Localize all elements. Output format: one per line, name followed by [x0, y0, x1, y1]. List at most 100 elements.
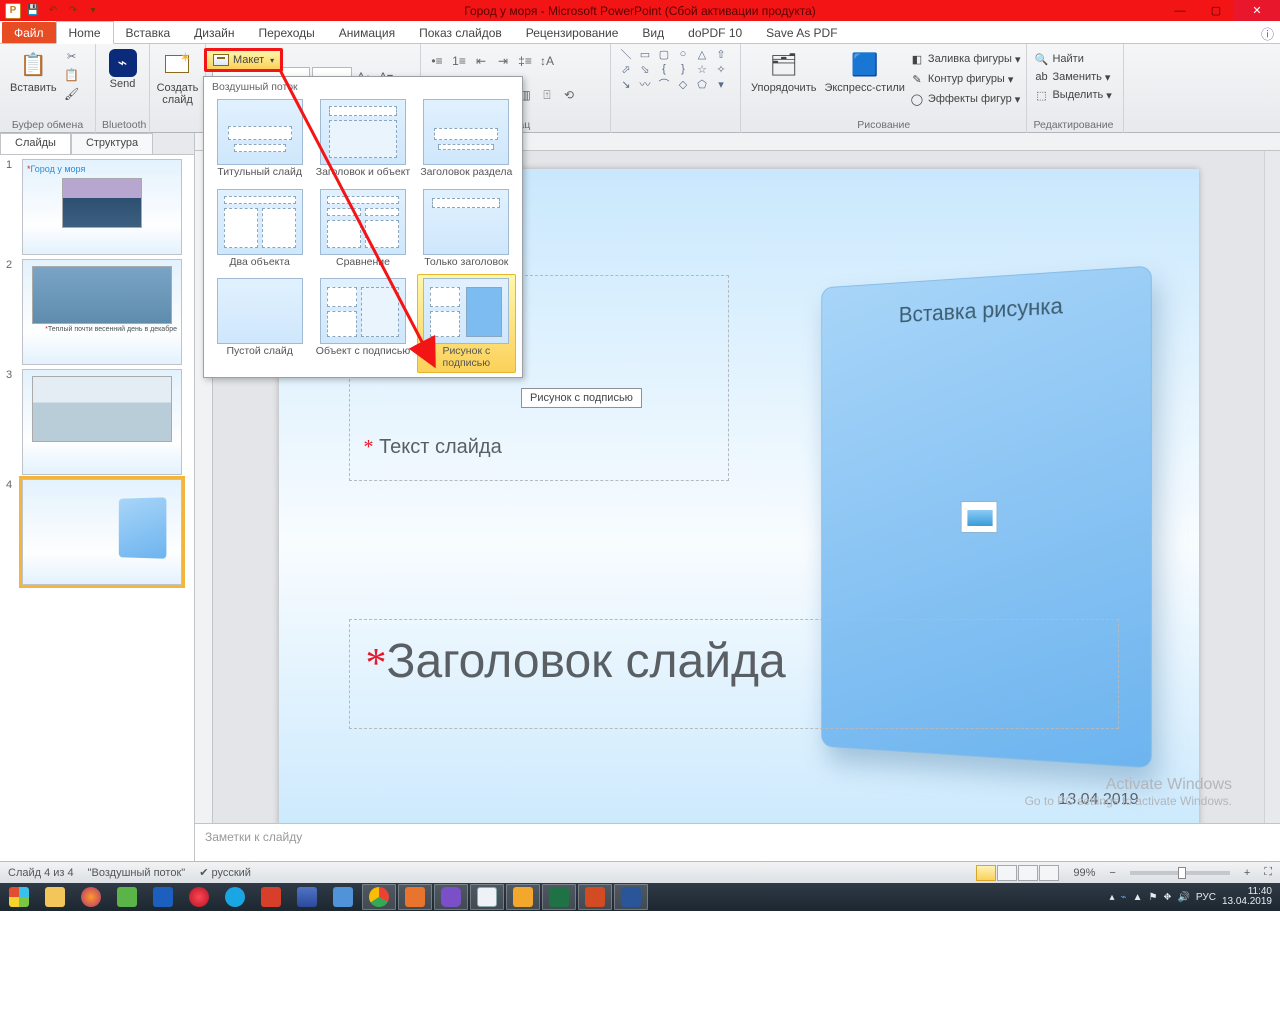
- task-word[interactable]: [614, 884, 648, 910]
- layout-section-header[interactable]: Заголовок раздела: [417, 95, 516, 183]
- paste-button[interactable]: 📋 Вставить: [6, 47, 61, 103]
- minimize-button[interactable]: —: [1162, 0, 1198, 21]
- tab-slideshow[interactable]: Показ слайдов: [407, 22, 514, 43]
- layout-button[interactable]: Макет: [204, 48, 283, 72]
- workspace: Слайды Структура 1 Город у моря 2 *Теплы…: [0, 133, 1280, 861]
- group-bluetooth: Bluetooth: [102, 119, 143, 132]
- indent-inc-icon[interactable]: ⇥: [493, 51, 513, 71]
- tab-file[interactable]: Файл: [2, 22, 56, 43]
- tray-bluetooth-icon[interactable]: ⌁: [1121, 892, 1127, 903]
- task-powerpoint[interactable]: [578, 884, 612, 910]
- vertical-scrollbar[interactable]: [1264, 151, 1280, 823]
- replace-button[interactable]: abЗаменить ▾: [1033, 69, 1113, 85]
- tab-transitions[interactable]: Переходы: [246, 22, 326, 43]
- task-app1[interactable]: [146, 884, 180, 910]
- task-app3[interactable]: [290, 884, 324, 910]
- fit-window-icon[interactable]: ⛶: [1264, 866, 1272, 879]
- layout-title-slide[interactable]: Титульный слайд: [210, 95, 309, 183]
- slide-thumb-1[interactable]: Город у моря: [22, 159, 182, 255]
- panel-tab-slides[interactable]: Слайды: [0, 133, 71, 154]
- find-button[interactable]: 🔍Найти: [1033, 51, 1113, 67]
- align-text-icon[interactable]: ⍐: [537, 85, 557, 105]
- layout-two-content[interactable]: Два объекта: [210, 185, 309, 273]
- layout-icon: [213, 54, 229, 66]
- task-app4[interactable]: [326, 884, 360, 910]
- shape-effects-button[interactable]: ◯Эффекты фигур ▾: [909, 91, 1021, 107]
- tray-language[interactable]: РУС: [1196, 892, 1216, 903]
- window-title: Город у моря - Microsoft PowerPoint (Сбо…: [0, 4, 1280, 18]
- task-app5[interactable]: [398, 884, 432, 910]
- help-icon[interactable]: ⓘ: [1261, 24, 1274, 43]
- smartart-icon[interactable]: ⟲: [559, 85, 579, 105]
- layout-content-caption[interactable]: Объект с подписью: [313, 274, 412, 373]
- arrange-button[interactable]: 🗂 Упорядочить: [747, 47, 820, 109]
- task-2gis[interactable]: [110, 884, 144, 910]
- outline-icon: ✎: [909, 71, 925, 87]
- format-painter-icon[interactable]: [61, 85, 83, 103]
- quick-styles-button[interactable]: 🟦 Экспресс-стили: [820, 47, 908, 109]
- copy-icon[interactable]: [61, 66, 83, 84]
- slide-thumb-3[interactable]: [22, 369, 182, 475]
- notes-pane[interactable]: Заметки к слайду: [195, 823, 1280, 861]
- tray-shield-icon[interactable]: ▲: [1133, 892, 1143, 903]
- task-firefox[interactable]: [74, 884, 108, 910]
- tray-clock[interactable]: 11:4013.04.2019: [1222, 887, 1272, 908]
- shape-fill-button[interactable]: ◧Заливка фигуры ▾: [909, 51, 1021, 67]
- task-viber[interactable]: [434, 884, 468, 910]
- task-opera[interactable]: [182, 884, 216, 910]
- maximize-button[interactable]: ▢: [1198, 0, 1234, 21]
- task-skype[interactable]: [218, 884, 252, 910]
- title-placeholder[interactable]: *Заголовок слайда: [349, 619, 1119, 729]
- tab-dopdf[interactable]: doPDF 10: [676, 22, 754, 43]
- task-outlook[interactable]: [506, 884, 540, 910]
- insert-picture-icon[interactable]: [960, 501, 997, 533]
- slide-thumb-4[interactable]: [22, 479, 182, 585]
- view-normal-button[interactable]: [976, 865, 996, 881]
- layout-title-content[interactable]: Заголовок и объект: [313, 95, 412, 183]
- layout-picture-caption[interactable]: Рисунок с подписью: [417, 274, 516, 373]
- bullets-icon[interactable]: •≡: [427, 51, 447, 71]
- shape-outline-button[interactable]: ✎Контур фигуры ▾: [909, 71, 1021, 87]
- new-slide-button[interactable]: ✶ Создать слайд: [156, 47, 199, 106]
- tray-flag-icon[interactable]: ⚑: [1148, 892, 1157, 903]
- start-button[interactable]: [2, 884, 36, 910]
- view-slideshow-button[interactable]: [1039, 865, 1059, 881]
- zoom-label[interactable]: 99%: [1073, 867, 1095, 879]
- tab-view[interactable]: Вид: [630, 22, 676, 43]
- select-button[interactable]: ⬚Выделить ▾: [1033, 87, 1113, 103]
- tray-volume-icon[interactable]: 🔊: [1177, 892, 1189, 903]
- tab-design[interactable]: Дизайн: [182, 22, 246, 43]
- zoom-slider[interactable]: [1130, 871, 1230, 875]
- status-language[interactable]: ✔ русский: [199, 866, 251, 879]
- tab-animations[interactable]: Анимация: [327, 22, 407, 43]
- close-button[interactable]: ✕: [1234, 0, 1280, 21]
- view-sorter-button[interactable]: [997, 865, 1017, 881]
- task-app2[interactable]: [254, 884, 288, 910]
- layout-blank[interactable]: Пустой слайд: [210, 274, 309, 373]
- numbering-icon[interactable]: 1≡: [449, 51, 469, 71]
- task-notepad[interactable]: [470, 884, 504, 910]
- system-tray[interactable]: ▴ ⌁ ▲ ⚑ ⛖ 🔊 РУС 11:4013.04.2019: [1110, 887, 1278, 908]
- layout-title-only[interactable]: Только заголовок: [417, 185, 516, 273]
- tab-savepdf[interactable]: Save As PDF: [754, 22, 849, 43]
- bluetooth-send-button[interactable]: ⌁ Send: [102, 47, 143, 90]
- slide-thumb-2[interactable]: *Теплый почти весенний день в декабре: [22, 259, 182, 365]
- zoom-out-icon[interactable]: −: [1109, 867, 1115, 879]
- view-reading-button[interactable]: [1018, 865, 1038, 881]
- task-excel[interactable]: [542, 884, 576, 910]
- zoom-in-icon[interactable]: +: [1244, 867, 1250, 879]
- text-direction-icon[interactable]: ↕A: [537, 51, 557, 71]
- tray-network-icon[interactable]: ⛖: [1163, 892, 1171, 903]
- line-spacing-icon[interactable]: ‡≡: [515, 51, 535, 71]
- layout-comparison[interactable]: Сравнение: [313, 185, 412, 273]
- tab-insert[interactable]: Вставка: [114, 22, 183, 43]
- tray-chevron-up-icon[interactable]: ▴: [1110, 892, 1115, 903]
- tab-review[interactable]: Рецензирование: [514, 22, 631, 43]
- task-chrome[interactable]: [362, 884, 396, 910]
- panel-tab-outline[interactable]: Структура: [71, 133, 153, 154]
- indent-dec-icon[interactable]: ⇤: [471, 51, 491, 71]
- tab-home[interactable]: Home: [56, 21, 114, 44]
- task-explorer[interactable]: [38, 884, 72, 910]
- shapes-gallery[interactable]: ＼▭▢○△⇧ ⬀⬂{}☆✧ ↘〰⌒◇⬠▾: [617, 47, 734, 91]
- cut-icon[interactable]: [61, 47, 83, 65]
